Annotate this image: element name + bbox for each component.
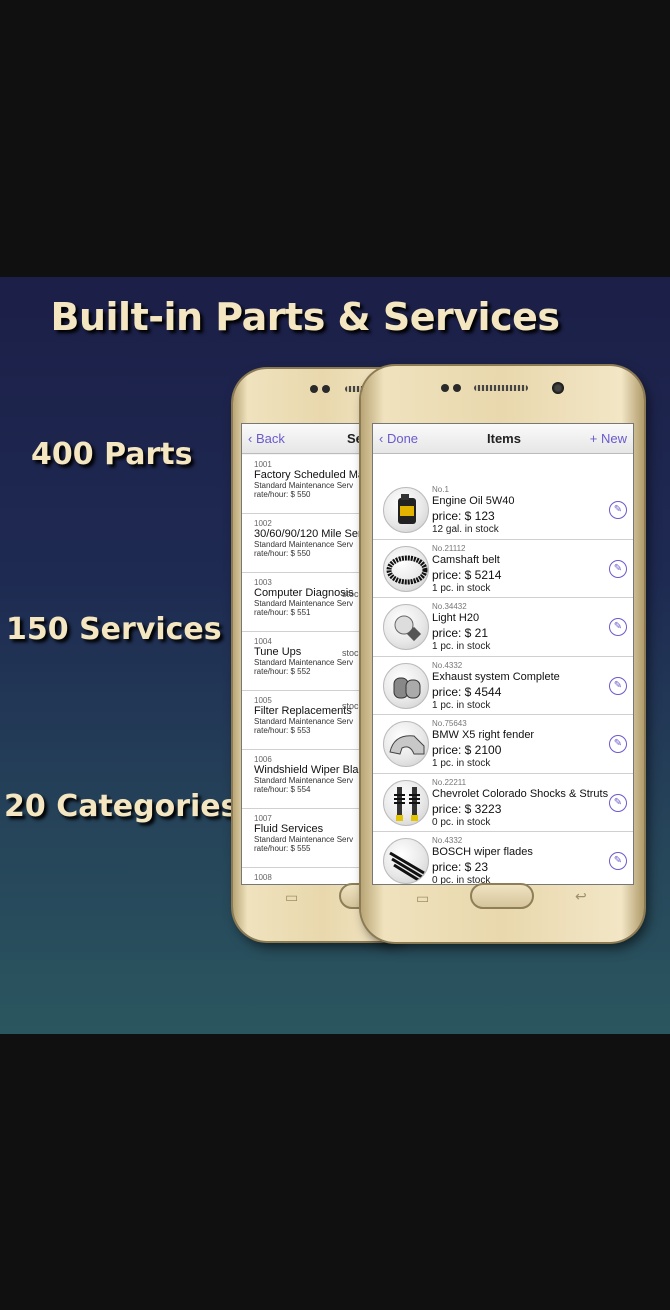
promo-banner: Built-in Parts & Services 400 Parts 150 … (0, 277, 670, 1034)
item-stock: 1 pc. in stock (432, 641, 491, 652)
service-stock: stoc (342, 589, 359, 599)
item-price: price: $ 5214 (432, 567, 502, 582)
exhaust-icon (383, 662, 429, 709)
items-screen: ‹ Done Items + New No.1 Engine Oil 5W40 … (372, 423, 634, 885)
item-stock: 12 gal. in stock (432, 524, 499, 535)
item-name: Exhaust system Complete (432, 670, 560, 683)
items-list: No.1 Engine Oil 5W40 price: $ 123 12 gal… (373, 454, 633, 884)
list-item[interactable]: No.21112 Camshaft belt price: $ 5214 1 p… (373, 539, 633, 598)
items-title: Items (487, 431, 521, 446)
item-price: price: $ 2100 (432, 743, 502, 757)
item-name: BMW X5 right fender (432, 729, 535, 741)
item-number: No.34432 (432, 602, 467, 611)
list-item[interactable]: No.22211 Chevrolet Colorado Shocks & Str… (373, 773, 633, 832)
item-number: No.21112 (432, 543, 466, 553)
recent-apps-icon[interactable]: ▭ (416, 890, 429, 907)
list-item[interactable]: No.4332 Exhaust system Complete price: $… (373, 656, 633, 715)
item-name: Chevrolet Colorado Shocks & Struts (432, 787, 609, 800)
bulb-icon (383, 604, 429, 650)
done-button[interactable]: ‹ Done (379, 431, 418, 446)
oil-can-icon (383, 487, 429, 533)
edit-icon[interactable]: ✎ (609, 793, 627, 812)
item-name: BOSCH wiper flades (432, 846, 533, 858)
phone-items: ‹ Done Items + New No.1 Engine Oil 5W40 … (361, 366, 644, 942)
edit-icon[interactable]: ✎ (609, 676, 627, 695)
edit-icon[interactable]: ✎ (609, 735, 627, 753)
stat-parts: 400 Parts (31, 437, 193, 472)
edit-icon[interactable]: ✎ (609, 852, 627, 870)
fender-icon (383, 721, 429, 767)
recent-apps-icon[interactable]: ▭ (285, 889, 298, 906)
edit-icon[interactable]: ✎ (609, 559, 627, 578)
list-item[interactable]: No.75643 BMW X5 right fender price: $ 21… (373, 715, 633, 774)
service-stock: stoc (342, 701, 359, 711)
sensor-dots (310, 385, 330, 393)
edit-icon[interactable]: ✎ (609, 501, 627, 519)
belt-icon (383, 545, 429, 592)
headline: Built-in Parts & Services (50, 295, 561, 339)
item-stock: 1 pc. in stock (432, 758, 491, 769)
item-number: No.22211 (432, 777, 467, 787)
wiper-icon (383, 838, 429, 884)
items-navbar: ‹ Done Items + New (373, 424, 633, 454)
item-number: No.1 (432, 485, 449, 494)
back-arrow-icon[interactable]: ↩ (575, 888, 587, 905)
sensor-dots (441, 384, 461, 392)
home-button[interactable] (470, 883, 534, 909)
item-price: price: $ 3223 (432, 801, 502, 816)
speaker-grill (474, 385, 528, 391)
item-number: No.4332 (432, 660, 463, 670)
service-stock: stoc (342, 648, 359, 658)
item-stock: 1 pc. in stock (432, 699, 491, 711)
list-item[interactable]: No.4332 BOSCH wiper flades price: $ 23 0… (373, 832, 633, 884)
item-name: Light H20 (432, 612, 480, 624)
stat-services: 150 Services (6, 612, 222, 647)
back-label: Back (255, 431, 285, 446)
new-label: New (600, 431, 627, 446)
item-stock: 1 pc. in stock (432, 582, 491, 594)
item-price: price: $ 123 (432, 509, 495, 523)
item-name: Camshaft belt (432, 553, 500, 566)
item-price: price: $ 23 (432, 860, 489, 874)
item-number: No.75643 (432, 719, 467, 728)
list-item[interactable]: No.1 Engine Oil 5W40 price: $ 123 12 gal… (373, 481, 633, 540)
edit-icon[interactable]: ✎ (609, 618, 627, 636)
item-price: price: $ 4544 (432, 684, 502, 699)
item-number: No.4332 (432, 836, 463, 845)
front-camera-icon (552, 382, 564, 394)
stat-categories: 20 Categories (4, 789, 239, 824)
done-label: Done (386, 431, 419, 446)
item-stock: 0 pc. in stock (432, 816, 491, 828)
shocks-icon (383, 779, 429, 826)
new-button[interactable]: + New (590, 431, 627, 446)
item-name: Engine Oil 5W40 (432, 495, 515, 507)
item-price: price: $ 21 (432, 626, 489, 640)
back-button[interactable]: ‹ Back (248, 431, 285, 446)
list-item[interactable]: No.34432 Light H20 price: $ 21 1 pc. in … (373, 598, 633, 657)
